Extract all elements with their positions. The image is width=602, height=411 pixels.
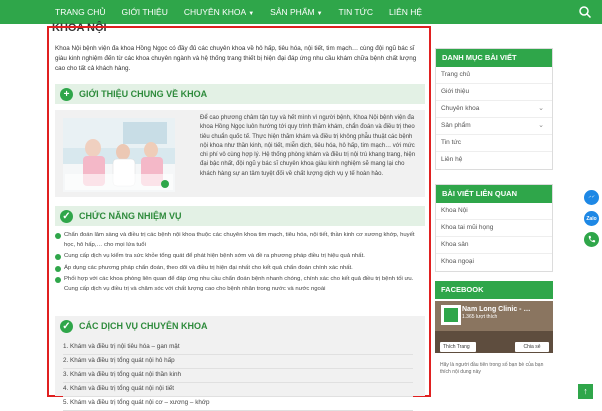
list-item: 1. Khám và điều trị nội tiêu hóa – gan m… [63, 341, 413, 355]
zalo-button[interactable]: Zalo [584, 211, 599, 226]
related-link[interactable]: Khoa Nội [436, 203, 552, 220]
chevron-down-icon[interactable]: ⌄ [538, 118, 544, 134]
sidebar-item-products[interactable]: Sản phẩm ⌄ [436, 118, 552, 135]
section-header-services: ✓ CÁC DỊCH VỤ CHUYÊN KHOA [55, 316, 425, 336]
chevron-down-icon: ▼ [248, 11, 255, 17]
list-item: Áp dụng các phương pháp chẩn đoán, theo … [55, 264, 425, 274]
functions-list: Chẩn đoán lâm sàng và điều trị các bệnh … [55, 231, 425, 296]
facebook-share-label: Chia sẻ [523, 344, 541, 350]
plus-circle-icon: + [60, 87, 73, 101]
search-icon[interactable] [578, 5, 592, 19]
related-link[interactable]: Khoa ngoại [436, 254, 552, 271]
nav-item-contact[interactable]: LIÊN HỆ [389, 7, 422, 17]
related-link[interactable]: Khoa sản [436, 237, 552, 254]
list-item-text: Cung cấp dịch vụ kiểm tra sức khỏe tổng … [64, 253, 365, 259]
phone-icon [588, 235, 596, 243]
nav-item-products[interactable]: SẢN PHẨM ▼ [270, 7, 322, 17]
sidebar-item-label: Tin tức [441, 139, 462, 146]
top-nav-bar: TRANG CHỦ GIỚI THIỆU CHUYÊN KHOA ▼ SẢN PH… [0, 0, 602, 24]
check-circle-icon: ✓ [60, 209, 73, 223]
facebook-like-button[interactable]: Thích Trang [440, 342, 476, 352]
sidebar-related: BÀI VIẾT LIÊN QUAN Khoa Nội Khoa tai mũi… [435, 184, 553, 272]
messenger-icon [587, 194, 596, 199]
sidebar-heading: DANH MỤC BÀI VIẾT [436, 49, 552, 67]
sidebar-categories: DANH MỤC BÀI VIẾT Trang chủ Giới thiệu C… [435, 48, 553, 170]
sidebar-item-label: Trang chủ [441, 71, 471, 78]
list-item: 2. Khám và điều trị tổng quát nội hô hấp [63, 355, 413, 369]
list-item: Cung cấp dịch vụ kiểm tra sức khỏe tổng … [55, 252, 425, 262]
facebook-page-name[interactable]: Nam Long Clinic - … [462, 306, 530, 313]
list-item: 4. Khám và điều trị tổng quát nội nội ti… [63, 383, 413, 397]
list-item-text: Phối hợp với các khoa phòng liên quan để… [64, 276, 414, 292]
sidebar-item-home[interactable]: Trang chủ [436, 67, 552, 84]
messenger-button[interactable] [584, 190, 599, 205]
list-item: 3. Khám và điều trị tổng quát nội thần k… [63, 369, 413, 383]
section-title: CHỨC NĂNG NHIỆM VỤ [79, 211, 182, 221]
nav-item-about[interactable]: GIỚI THIỆU [122, 7, 168, 17]
sidebar-item-label: Giới thiệu [441, 88, 470, 95]
nav-item-label: GIỚI THIỆU [121, 7, 168, 17]
nav-item-label: LIÊN HỆ [389, 7, 423, 17]
sidebar-item-contact[interactable]: Liên hệ [436, 152, 552, 169]
nav-item-home[interactable]: TRANG CHỦ [55, 7, 106, 17]
hospital-photo [63, 118, 175, 192]
nav-item-label: TIN TỨC [338, 7, 374, 17]
facebook-share-button[interactable]: Chia sẻ [515, 342, 549, 352]
nav-item-label: TRANG CHỦ [55, 7, 106, 17]
sidebar-item-label: Liên hệ [441, 156, 463, 163]
list-item: 5. Khám và điều trị tổng quát nội cơ – x… [63, 397, 413, 411]
sidebar-item-label: Sản phẩm [441, 122, 471, 129]
related-link[interactable]: Khoa tai mũi họng [436, 220, 552, 237]
check-circle-icon [55, 277, 61, 283]
sidebar-heading: BÀI VIẾT LIÊN QUAN [436, 185, 552, 203]
services-list: 1. Khám và điều trị nội tiêu hóa – gan m… [63, 341, 413, 411]
list-item: Chẩn đoán lâm sàng và điều trị các bệnh … [55, 231, 425, 250]
nav-menu: TRANG CHỦ GIỚI THIỆU CHUYÊN KHOA ▼ SẢN PH… [55, 0, 438, 24]
nav-item-news[interactable]: TIN TỨC [339, 7, 374, 17]
arrow-up-icon[interactable]: ↑ [578, 384, 593, 399]
list-item-text: Chẩn đoán lâm sàng và điều trị các bệnh … [64, 232, 415, 248]
chevron-down-icon: ▼ [316, 11, 323, 17]
sidebar-item-about[interactable]: Giới thiệu [436, 84, 552, 101]
sidebar-item-specialties[interactable]: Chuyên khoa ⌄ [436, 101, 552, 118]
article-intro: Khoa Nội bệnh viện đa khoa Hồng Ngọc có … [55, 45, 417, 72]
check-circle-icon [55, 254, 61, 260]
facebook-caption: Hãy là người đầu tiên trong số bạn bè củ… [440, 362, 544, 375]
nav-item-label: SẢN PHẨM [270, 7, 315, 17]
nav-item-specialties[interactable]: CHUYÊN KHOA ▼ [184, 7, 254, 17]
section-title: CÁC DỊCH VỤ CHUYÊN KHOA [79, 321, 208, 331]
chevron-down-icon[interactable]: ⌄ [538, 101, 544, 117]
nav-item-label: CHUYÊN KHOA [183, 7, 247, 17]
phone-button[interactable] [584, 232, 599, 247]
list-item: Phối hợp với các khoa phòng liên quan để… [55, 275, 425, 294]
intro-text: Để cao phương châm tận tụy và hết mình v… [200, 115, 416, 177]
check-circle-icon: ✓ [60, 319, 73, 333]
facebook-likes: 1.365 lượt thích [462, 314, 498, 320]
zalo-label: Zalo [586, 215, 597, 222]
check-circle-icon [55, 265, 61, 272]
section-header-functions: ✓ CHỨC NĂNG NHIỆM VỤ [55, 206, 425, 226]
facebook-like-label: Thích Trang [443, 344, 470, 350]
section-title: GIỚI THIỆU CHUNG VỀ KHOA [79, 89, 208, 99]
sidebar-item-news[interactable]: Tin tức [436, 135, 552, 152]
sidebar-item-label: Chuyên khoa [441, 105, 480, 112]
list-item-text: Áp dụng các phương pháp chẩn đoán, theo … [64, 264, 353, 271]
section-header-intro: + GIỚI THIỆU CHUNG VỀ KHOA [55, 84, 425, 104]
check-circle-icon [55, 233, 61, 239]
sidebar-heading: FACEBOOK [435, 281, 553, 299]
